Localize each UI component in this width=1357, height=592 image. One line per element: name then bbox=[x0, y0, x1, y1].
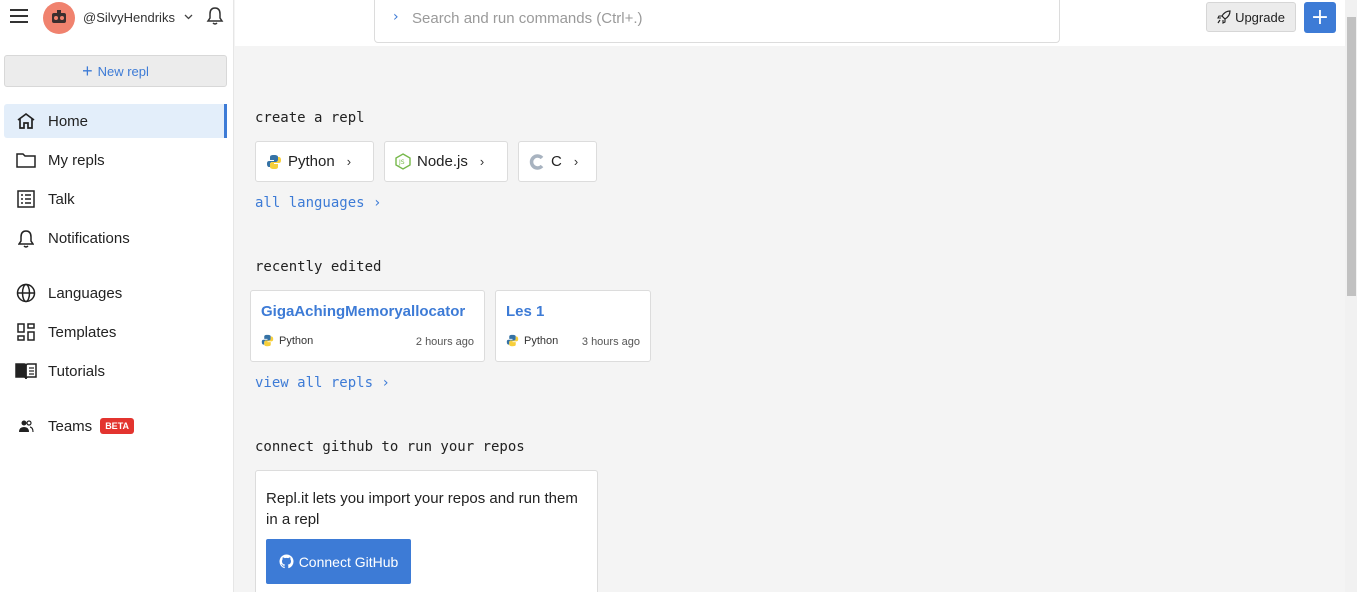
lang-label: Python bbox=[288, 153, 335, 170]
repl-title[interactable]: Les 1 bbox=[506, 303, 544, 320]
sidebar-item-label: Notifications bbox=[48, 229, 130, 247]
chevron-right-icon: › bbox=[393, 9, 399, 25]
github-description: Repl.it lets you import your repos and r… bbox=[266, 490, 578, 528]
sidebar-item-notifications[interactable]: Notifications bbox=[4, 221, 227, 255]
repl-title[interactable]: GigaAchingMemoryallocator bbox=[261, 303, 465, 320]
search-input[interactable] bbox=[412, 8, 1012, 28]
book-icon bbox=[4, 362, 48, 380]
sidebar-item-languages[interactable]: Languages bbox=[4, 276, 227, 310]
new-repl-label: New repl bbox=[97, 63, 149, 79]
python-icon bbox=[506, 334, 519, 347]
repl-language: Python bbox=[261, 334, 313, 347]
folder-icon bbox=[4, 152, 48, 168]
nodejs-icon: JS bbox=[395, 153, 411, 170]
github-card: Repl.it lets you import your repos and r… bbox=[255, 470, 598, 592]
chevron-right-icon: › bbox=[346, 154, 352, 169]
grid-icon bbox=[4, 323, 48, 341]
command-search[interactable]: › bbox=[374, 0, 1060, 43]
lang-label: C bbox=[551, 153, 562, 170]
scrollbar-thumb[interactable] bbox=[1347, 17, 1356, 296]
connect-github-label: Connect GitHub bbox=[298, 553, 399, 570]
repl-time: 2 hours ago bbox=[415, 336, 474, 348]
github-icon bbox=[279, 554, 294, 569]
lang-button-c[interactable]: C › bbox=[518, 141, 597, 182]
plus-icon: + bbox=[82, 61, 93, 81]
repl-language-label: Python bbox=[524, 334, 559, 347]
create-repl-heading: create a repl bbox=[255, 110, 365, 126]
upgrade-label: Upgrade bbox=[1235, 9, 1285, 25]
all-languages-link[interactable]: all languages › bbox=[255, 195, 381, 211]
view-all-repls-link[interactable]: view all repls › bbox=[255, 375, 390, 391]
beta-badge: BETA bbox=[100, 418, 135, 434]
repl-language: Python bbox=[506, 334, 558, 347]
chevron-right-icon: › bbox=[573, 154, 579, 169]
sidebar-item-label: Talk bbox=[48, 190, 75, 208]
lang-label: Node.js bbox=[417, 153, 468, 170]
lang-button-python[interactable]: Python › bbox=[255, 141, 374, 182]
sidebar-item-label: Tutorials bbox=[48, 362, 105, 380]
people-icon bbox=[4, 419, 48, 433]
c-icon bbox=[529, 153, 544, 170]
hamburger-menu-icon[interactable] bbox=[10, 9, 28, 23]
sidebar-item-label: Languages bbox=[48, 284, 123, 302]
sidebar-item-tutorials[interactable]: Tutorials bbox=[4, 354, 227, 388]
topbar: › Upgrade + bbox=[235, 0, 1345, 46]
upgrade-button[interactable]: Upgrade bbox=[1206, 2, 1296, 32]
svg-text:JS: JS bbox=[398, 159, 405, 166]
sidebar-item-label: Templates bbox=[48, 323, 117, 341]
chevron-right-icon: › bbox=[479, 154, 485, 169]
sidebar-item-teams[interactable]: Teams BETA bbox=[4, 409, 227, 443]
bell-icon[interactable] bbox=[206, 6, 224, 26]
rocket-icon bbox=[1217, 10, 1231, 24]
sidebar-item-label: Home bbox=[48, 112, 89, 130]
globe-icon bbox=[4, 283, 48, 303]
recently-edited-heading: recently edited bbox=[255, 259, 382, 275]
sidebar-item-templates[interactable]: Templates bbox=[4, 315, 227, 349]
python-icon bbox=[267, 154, 281, 169]
username[interactable]: @SilvyHendriks bbox=[83, 10, 175, 25]
list-icon bbox=[4, 190, 48, 208]
home-icon bbox=[4, 112, 48, 130]
repl-card[interactable]: Les 1 Python 3 hours ago bbox=[495, 290, 651, 362]
sidebar-item-label: Teams bbox=[48, 417, 93, 435]
sidebar-item-label: My repls bbox=[48, 151, 105, 169]
connect-github-button[interactable]: Connect GitHub bbox=[266, 539, 411, 584]
python-icon bbox=[261, 334, 274, 347]
github-heading: connect github to run your repos bbox=[255, 439, 525, 455]
sidebar: @SilvyHendriks + New repl Home My repls … bbox=[0, 0, 234, 592]
lang-button-nodejs[interactable]: JS Node.js › bbox=[384, 141, 508, 182]
bell-icon bbox=[4, 229, 48, 248]
repl-card[interactable]: GigaAchingMemoryallocator Python 2 hours… bbox=[250, 290, 485, 362]
avatar[interactable] bbox=[43, 2, 75, 34]
new-repl-button[interactable]: + New repl bbox=[4, 55, 227, 87]
repl-language-label: Python bbox=[279, 334, 314, 347]
add-button[interactable]: + bbox=[1304, 2, 1336, 33]
sidebar-item-my-repls[interactable]: My repls bbox=[4, 143, 227, 177]
repl-time: 3 hours ago bbox=[581, 336, 640, 348]
chevron-down-icon[interactable] bbox=[184, 14, 193, 20]
sidebar-item-talk[interactable]: Talk bbox=[4, 182, 227, 216]
sidebar-item-home[interactable]: Home bbox=[4, 104, 227, 138]
